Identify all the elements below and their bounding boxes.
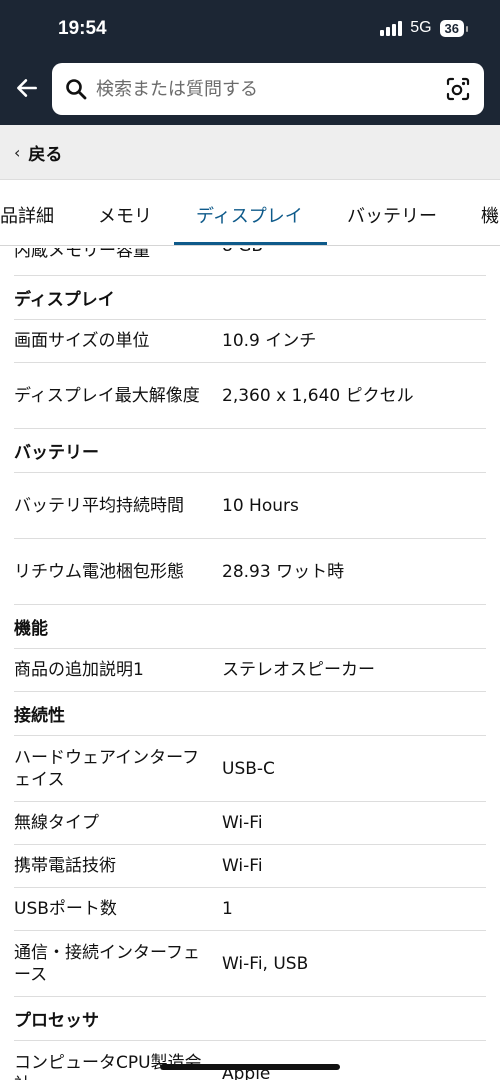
tab-battery[interactable]: バッテリー [347,202,437,228]
back-label: 戻る [28,144,63,165]
table-row: 画面サイズの単位 10.9 インチ [14,320,486,363]
chevron-left-icon: ‹ [14,142,21,162]
spec-key: コンピュータCPU製造会社 [14,1052,202,1080]
spec-key: ハードウェアインターフェイス [14,747,200,790]
spec-value: USB-C [222,758,275,779]
spec-key: バッテリ平均持続時間 [14,495,184,516]
spec-key: ディスプレイ最大解像度 [14,385,200,406]
spec-key: 商品の追加説明1 [14,660,144,680]
spec-value: Wi-Fi [222,856,263,876]
spec-key: リチウム電池梱包形態 [14,561,184,582]
battery-icon: 36 [439,19,469,37]
status-indicators: 5G 36 [380,19,469,37]
table-row: リチウム電池梱包形態 28.93 ワット時 [14,539,486,605]
tab-memory[interactable]: メモリ [98,202,152,228]
tab-features[interactable]: 機 [481,202,499,228]
spec-value: 1 [222,899,233,919]
back-arrow-icon[interactable] [14,75,40,101]
section-title: バッテリー [14,429,486,473]
spec-key: 携帯電話技術 [14,856,116,876]
tab-details[interactable]: 品詳細 [0,202,54,228]
spec-value: ステレオスピーカー [222,660,375,680]
tab-display[interactable]: ディスプレイ [196,202,303,228]
spec-value: Wi-Fi [222,813,263,833]
spec-key: 無線タイプ [14,813,99,833]
spec-value: 2,360 x 1,640 ピクセル [222,385,414,406]
spec-value: Wi-Fi, USB [222,953,309,974]
back-link[interactable]: ‹ 戻る [0,125,500,180]
camera-lens-icon[interactable] [444,75,472,103]
search-icon [66,79,87,100]
search-box[interactable] [52,63,484,115]
spec-value: 28.93 ワット時 [222,561,345,582]
spec-key: 画面サイズの単位 [14,331,150,351]
search-input[interactable] [96,78,444,100]
table-row: ディスプレイ最大解像度 2,360 x 1,640 ピクセル [14,363,486,429]
status-time: 19:54 [58,18,107,39]
spec-key: USBポート数 [14,899,117,919]
table-row: 通信・接続インターフェース Wi-Fi, USB [14,931,486,997]
section-title: ディスプレイ [14,276,486,320]
status-bar: 19:54 5G 36 [0,0,500,60]
table-row: 商品の追加説明1 ステレオスピーカー [14,649,486,692]
table-row: 無線タイプ Wi-Fi [14,802,486,845]
spec-tabs: 品詳細 メモリ ディスプレイ バッテリー 機 [0,180,500,246]
table-row: コンピュータCPU製造会社 Apple [14,1041,486,1080]
spec-key: 通信・接続インターフェース [14,942,200,985]
table-row: ハードウェアインターフェイス USB-C [14,736,486,802]
signal-icon [380,20,403,36]
table-row: バッテリ平均持続時間 10 Hours [14,473,486,539]
search-row [0,63,500,115]
spec-value: 10.9 インチ [222,331,317,351]
spec-value: 10 Hours [222,495,299,516]
table-row: 携帯電話技術 Wi-Fi [14,845,486,888]
spec-key: 内蔵メモリー容量 [14,248,150,261]
section-title: 機能 [14,605,486,649]
spec-value: 8 GB [222,248,263,256]
spec-table: 内蔵メモリー容量 8 GB ディスプレイ 画面サイズの単位 10.9 インチ デ… [0,248,500,1080]
app-header: 19:54 5G 36 [0,0,500,125]
active-tab-indicator [174,242,327,245]
table-row: 内蔵メモリー容量 8 GB [14,248,486,276]
network-type: 5G [410,19,432,36]
home-indicator[interactable] [160,1064,340,1070]
table-row: USBポート数 1 [14,888,486,931]
section-title: 接続性 [14,692,486,736]
section-title: プロセッサ [14,997,486,1041]
